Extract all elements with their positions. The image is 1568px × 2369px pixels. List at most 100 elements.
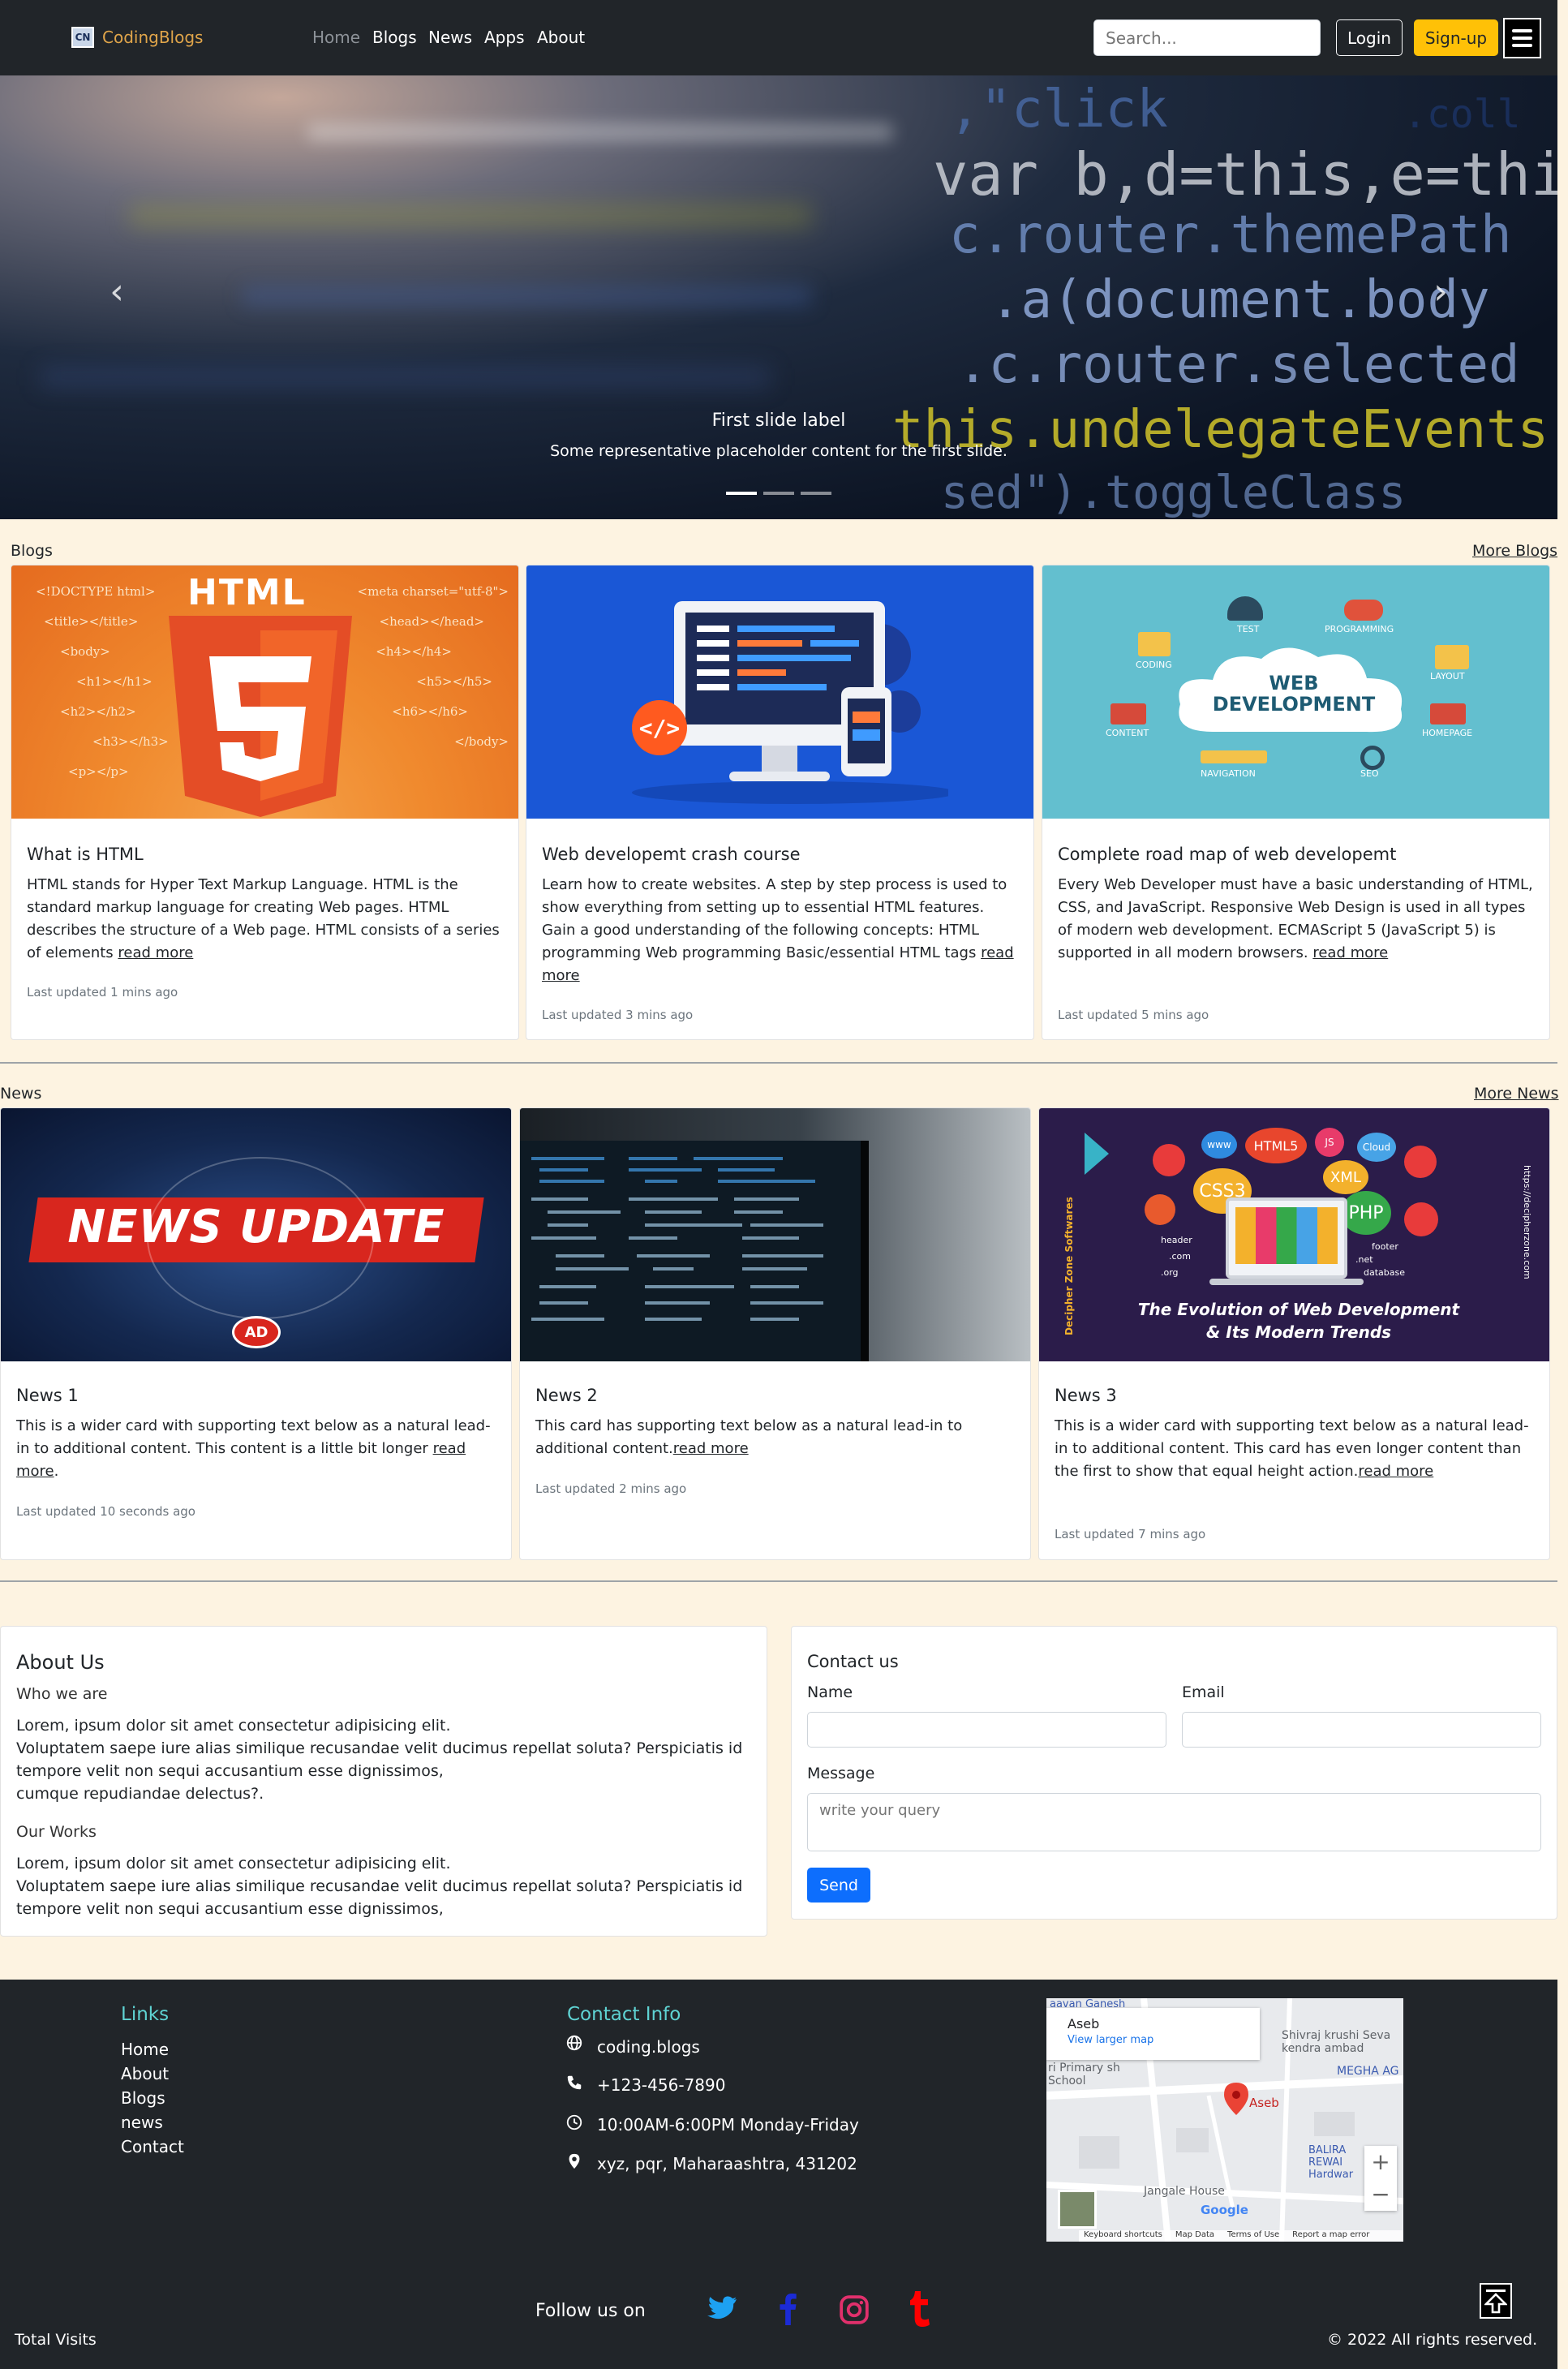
map-label: ri Primary sh School — [1048, 2062, 1120, 2087]
read-more-link[interactable]: read more — [1312, 944, 1388, 961]
side-left-text: Decipher Zone Softwares — [1063, 1197, 1075, 1335]
carousel-indicator[interactable] — [763, 492, 794, 495]
copyright-text: © 2022 All rights reserved. — [1327, 2331, 1538, 2349]
map-label: Jangale House — [1144, 2185, 1225, 2198]
nav-home[interactable]: Home — [312, 28, 360, 47]
map-footer-bar: Keyboard shortcuts Map Data Terms of Use Re… — [1079, 2230, 1403, 2242]
brand[interactable]: CN CodingBlogs — [71, 27, 203, 48]
contact-title: Contact us — [807, 1652, 899, 1671]
nav-blogs[interactable]: Blogs — [372, 28, 417, 47]
card-updated: Last updated 1 mins ago — [27, 985, 178, 1000]
code-line: var b,d=this,e=this — [933, 140, 1557, 209]
blur-text — [130, 205, 811, 226]
follow-us-label: Follow us on — [535, 2301, 646, 2321]
footer-link-home[interactable]: Home — [121, 2040, 169, 2059]
code-line: .a(document.body — [990, 270, 1490, 330]
blogs-section-label: Blogs — [11, 542, 53, 560]
nav-news[interactable]: News — [428, 28, 472, 47]
about-title: About Us — [16, 1651, 105, 1674]
evo-tag: footer — [1372, 1241, 1398, 1252]
card-text: Every Web Developer must have a basic un… — [1058, 876, 1533, 961]
map-label: BALIRA REWAI Hardwar — [1308, 2144, 1354, 2181]
view-larger-map-link[interactable]: View larger map — [1068, 2034, 1153, 2046]
instagram-icon[interactable] — [839, 2294, 870, 2325]
news-card: Decipher Zone Softwares https://decipher… — [1038, 1107, 1550, 1560]
embedded-map[interactable]: aavan Ganesh Shivraj krushi Seva kendra … — [1046, 1998, 1403, 2242]
more-news-link[interactable]: More News — [1474, 1085, 1558, 1103]
img-label: PROGRAMMING — [1325, 624, 1394, 634]
hero-carousel: ,"click .coll var b,d=this,e=this c.rout… — [0, 75, 1557, 519]
carousel-indicator[interactable] — [726, 492, 757, 495]
card-updated: Last updated 2 mins ago — [535, 1481, 687, 1496]
message-textarea[interactable] — [807, 1793, 1541, 1851]
map-place-card: Aseb View larger map — [1046, 2008, 1260, 2060]
evo-tag: header — [1161, 1235, 1192, 1245]
facebook-icon[interactable] — [777, 2291, 798, 2325]
footer-link-blogs[interactable]: Blogs — [121, 2088, 165, 2108]
code-line: c.router.themePath — [949, 205, 1512, 265]
back-to-top-icon[interactable] — [1480, 2283, 1512, 2319]
img-label: SEO — [1360, 768, 1379, 779]
magento-icon — [1145, 1194, 1175, 1225]
carousel-next-icon[interactable]: › — [1424, 274, 1457, 310]
xml-bubble: XML — [1323, 1160, 1368, 1194]
signup-button[interactable]: Sign-up — [1414, 19, 1498, 56]
navbar: CN CodingBlogs Home Blogs News Apps Abou… — [0, 0, 1557, 75]
carousel-prev-icon[interactable]: ‹ — [101, 274, 133, 310]
blur-text — [41, 368, 771, 387]
img-label: CONTENT — [1106, 728, 1149, 738]
location-pin-icon — [569, 2153, 580, 2169]
news-update-card-image: NEWS UPDATE AD — [1, 1108, 511, 1361]
search-input[interactable] — [1093, 19, 1321, 56]
html-title: HTML — [187, 572, 307, 613]
read-more-link[interactable]: read more — [118, 944, 193, 961]
zoom-in-icon[interactable]: + — [1364, 2146, 1397, 2178]
satellite-toggle[interactable] — [1058, 2190, 1097, 2229]
login-button[interactable]: Login — [1336, 19, 1403, 56]
footer-link-news[interactable]: news — [121, 2113, 163, 2132]
carousel-indicator[interactable] — [801, 492, 831, 495]
tumblr-icon[interactable] — [909, 2291, 931, 2327]
name-input[interactable] — [807, 1712, 1166, 1748]
phone-icon — [567, 2075, 582, 2090]
address-text: xyz, pqr, Maharaashtra, 431202 — [597, 2154, 857, 2173]
homepage-icon — [1430, 703, 1466, 724]
footer-link-about[interactable]: About — [121, 2064, 169, 2083]
blog-card: </> Web developemt crash course Learn ho… — [526, 565, 1034, 1040]
contact-us-panel — [791, 1626, 1557, 1920]
layout-icon — [1435, 645, 1469, 669]
brand-logo: CN — [71, 27, 94, 48]
globe-ring — [147, 1157, 374, 1319]
email-input[interactable] — [1182, 1712, 1541, 1748]
nav-about[interactable]: About — [537, 28, 585, 47]
zoom-out-icon[interactable]: − — [1364, 2178, 1397, 2211]
side-right-text: https://decipherzone.com — [1522, 1165, 1532, 1279]
read-more-link[interactable]: read more — [1358, 1463, 1433, 1480]
footer-link-contact[interactable]: Contact — [121, 2137, 184, 2156]
webdev-card-image: </> — [526, 565, 1033, 819]
decipher-logo-icon — [1085, 1133, 1109, 1175]
js-bubble: JS — [1315, 1128, 1344, 1157]
about-us-panel: About Us Who we are Lorem, ipsum dolor s… — [0, 1626, 767, 1937]
card-title: What is HTML — [27, 845, 144, 864]
card-updated: Last updated 7 mins ago — [1055, 1527, 1206, 1541]
twitter-icon[interactable] — [702, 2294, 737, 2325]
html5-bubble: HTML5 — [1245, 1128, 1307, 1163]
ad-badge: AD — [232, 1316, 281, 1348]
card-text: This card has supporting text below as a… — [535, 1417, 963, 1457]
www-bubble: www — [1201, 1131, 1237, 1159]
more-blogs-link[interactable]: More Blogs — [1472, 542, 1557, 560]
test-icon — [1227, 596, 1263, 621]
nav-apps[interactable]: Apps — [484, 28, 525, 47]
send-button[interactable]: Send — [807, 1868, 870, 1903]
img-label: NAVIGATION — [1201, 768, 1256, 779]
evo-tag: .org — [1161, 1267, 1179, 1278]
programming-icon — [1344, 600, 1383, 621]
hamburger-menu-icon[interactable] — [1503, 18, 1541, 58]
contact-info-heading: Contact Info — [567, 2004, 681, 2025]
img-label: LAYOUT — [1430, 671, 1465, 681]
read-more-link[interactable]: read more — [673, 1440, 749, 1457]
laptop-icon — [1226, 1197, 1347, 1279]
total-visits-text: Total Visits — [15, 2331, 97, 2349]
card-updated: Last updated 3 mins ago — [542, 1008, 694, 1022]
